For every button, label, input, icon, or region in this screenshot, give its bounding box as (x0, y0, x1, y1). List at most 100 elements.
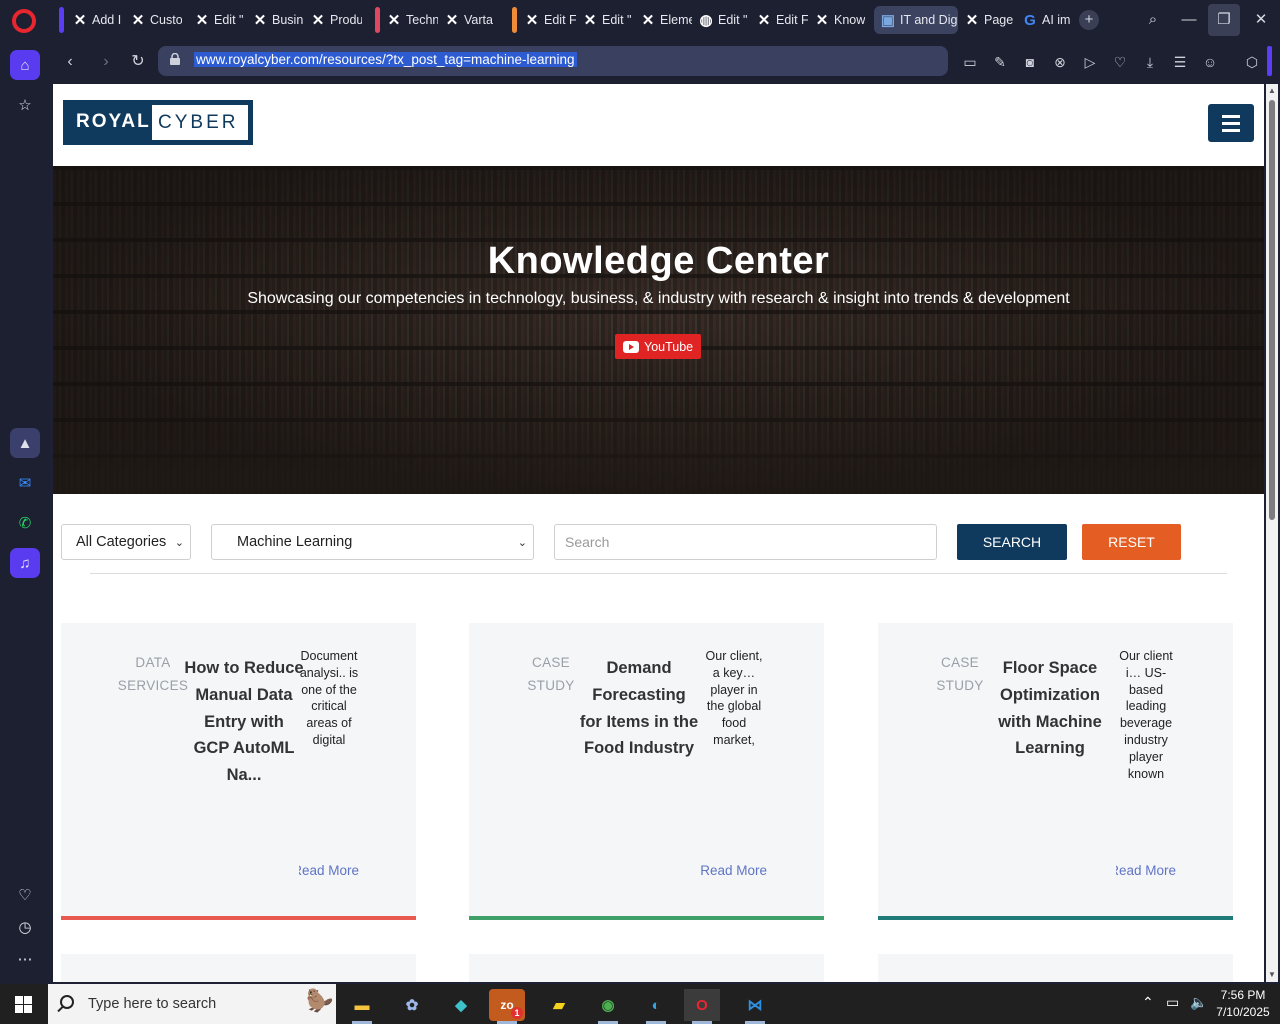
vscode-icon[interactable]: ⋈ (737, 989, 773, 1024)
history-clock-icon[interactable]: ◷ (10, 912, 40, 942)
scroll-up-arrow-icon[interactable]: ▲ (1267, 86, 1277, 96)
speed-dial-star-icon[interactable]: ☆ (10, 90, 40, 120)
messenger-icon[interactable]: ✉ (10, 468, 40, 498)
zoom-app-icon[interactable]: zo 1 (489, 989, 525, 1024)
menu-hamburger-icon[interactable] (1208, 104, 1254, 142)
sticky-notes-icon[interactable]: ▰ (541, 989, 577, 1021)
new-tab-button[interactable]: + (1079, 10, 1099, 30)
send-icon[interactable]: ▷ (1080, 52, 1100, 72)
resource-card[interactable] (61, 954, 416, 982)
minimize-button[interactable]: — (1178, 9, 1200, 31)
card-accent-bar (878, 916, 1233, 920)
read-more-link[interactable]: Read More (701, 863, 767, 878)
resource-card[interactable] (878, 954, 1233, 982)
site-header: ROYAL CYBER (53, 84, 1264, 166)
tab-active[interactable]: ▣ IT and Dig (874, 6, 958, 34)
web-page: ROYAL CYBER Knowledge Center Showcasing … (53, 84, 1264, 982)
resource-card[interactable]: CASE STUDY Floor Space Optimization with… (878, 623, 1233, 920)
more-options-icon[interactable]: ⋯ (10, 944, 40, 974)
resource-card[interactable] (469, 954, 824, 982)
restore-button[interactable]: ❐ (1208, 4, 1240, 36)
x-logo-icon: ✕ (583, 12, 597, 29)
hero-title: Knowledge Center (487, 240, 830, 282)
resource-card[interactable]: DATA SERVICES How to Reduce Manual Data … (61, 623, 416, 920)
resource-card[interactable]: CASE STUDY Demand Forecasting for Items … (469, 623, 824, 920)
forward-button[interactable]: › (94, 50, 118, 74)
snapshot-camera-icon[interactable]: ◙ (1020, 52, 1040, 72)
extensions-cube-icon[interactable]: ⬡ (1242, 52, 1262, 72)
opera-icon[interactable]: O (684, 989, 720, 1024)
tab[interactable]: ◍ Edit " (692, 6, 750, 34)
windows-taskbar: Type here to search 🦫 ▬ ✿ ◆ zo 1 ▰ ◉ ◐ O… (0, 984, 1280, 1024)
app-icon[interactable]: ◆ (443, 989, 479, 1021)
tab[interactable]: ✕ Techn (380, 6, 438, 34)
card-title[interactable]: How to Reduce Manual Data Entry with GCP… (184, 655, 304, 789)
card-category: DATA SERVICES (117, 655, 189, 693)
read-more-link[interactable]: Read More (1116, 863, 1176, 878)
reader-mode-icon[interactable]: ▭ (960, 52, 980, 72)
volume-icon[interactable]: 🔈 (1190, 994, 1207, 1011)
tab[interactable]: G AI im (1016, 6, 1072, 34)
x-logo-icon: ✕ (815, 12, 829, 29)
search-tabs-icon[interactable]: ⌕ (1142, 9, 1164, 31)
tab[interactable]: ✕ Eleme (634, 6, 692, 34)
tab[interactable]: ✕ Varta (438, 6, 498, 34)
profile-icon[interactable]: ☺ (1200, 52, 1220, 72)
search-input[interactable] (554, 524, 937, 560)
network-icon[interactable]: ▭ (1166, 994, 1179, 1011)
scroll-down-arrow-icon[interactable]: ▼ (1267, 970, 1277, 980)
easy-setup-icon[interactable]: ☰ (1170, 52, 1190, 72)
card-excerpt: Our client i… US-based leading beverage … (1119, 649, 1173, 781)
tab[interactable]: ✕ Produ (304, 6, 362, 34)
clock[interactable]: 7:56 PM 7/10/2025 (1210, 987, 1276, 1021)
chrome-icon[interactable]: ◉ (590, 989, 626, 1024)
card-accent-bar (469, 916, 824, 920)
royal-cyber-logo[interactable]: ROYAL CYBER (63, 100, 253, 145)
tab[interactable]: ✕ Page (958, 6, 1014, 34)
file-explorer-icon[interactable]: ▬ (344, 989, 380, 1024)
tray-chevron-icon[interactable]: ⌃ (1142, 994, 1154, 1011)
page-scrollbar[interactable]: ▲ ▼ (1266, 84, 1278, 982)
downloads-icon[interactable]: ⤓ (1140, 52, 1160, 72)
tab[interactable]: ✕ Edit F (750, 6, 808, 34)
x-logo-icon: ✕ (311, 12, 325, 29)
tab[interactable]: ✕ Edit " (188, 6, 246, 34)
tab[interactable]: ✕ Edit F (518, 6, 576, 34)
reload-button[interactable]: ↻ (126, 50, 150, 74)
heart-icon[interactable]: ♡ (10, 880, 40, 910)
edge-icon[interactable]: ◐ (638, 989, 674, 1024)
read-more-link[interactable]: Read More (299, 863, 359, 878)
url-text[interactable]: www.royalcyber.com/resources/?tx_post_ta… (194, 52, 577, 67)
tag-select[interactable]: Machine Learning ⌄ (211, 524, 534, 560)
tab[interactable]: ✕ Edit " (576, 6, 634, 34)
opera-logo-icon[interactable] (12, 9, 36, 33)
whatsapp-icon[interactable]: ✆ (10, 508, 40, 538)
home-icon[interactable]: ⌂ (10, 50, 40, 80)
bookmark-heart-icon[interactable]: ♡ (1110, 52, 1130, 72)
app-icon[interactable]: ✿ (394, 989, 430, 1021)
x-logo-icon: ✕ (965, 12, 979, 29)
scrollbar-thumb[interactable] (1269, 100, 1275, 520)
close-window-button[interactable]: ✕ (1250, 9, 1272, 31)
address-bar[interactable]: www.royalcyber.com/resources/?tx_post_ta… (158, 46, 948, 76)
tab[interactable]: ✕ Busin (246, 6, 304, 34)
card-title[interactable]: Floor Space Optimization with Machine Le… (989, 655, 1111, 762)
x-logo-icon: ✕ (757, 12, 771, 29)
aria-icon[interactable]: ▲ (10, 428, 40, 458)
adblock-icon[interactable]: ⊗ (1050, 52, 1070, 72)
reset-button[interactable]: RESET (1082, 524, 1181, 560)
card-title[interactable]: Demand Forecasting for Items in the Food… (579, 655, 699, 762)
taskbar-search[interactable]: Type here to search 🦫 (48, 984, 336, 1024)
category-select[interactable]: All Categories ⌄ (61, 524, 191, 560)
x-logo-icon: ✕ (253, 12, 267, 29)
search-button[interactable]: SEARCH (957, 524, 1067, 560)
youtube-button[interactable]: YouTube (615, 334, 701, 359)
music-player-icon[interactable]: ♫ (10, 548, 40, 578)
tab[interactable]: ✕ Custo (124, 6, 182, 34)
card-excerpt: Document analysi.. is one of the critica… (299, 649, 359, 747)
tab[interactable]: ✕ Add I (66, 6, 122, 34)
edit-icon[interactable]: ✎ (990, 52, 1010, 72)
back-button[interactable]: ‹ (58, 50, 82, 74)
windows-start-icon[interactable] (15, 996, 32, 1013)
tab[interactable]: ✕ Know (808, 6, 866, 34)
